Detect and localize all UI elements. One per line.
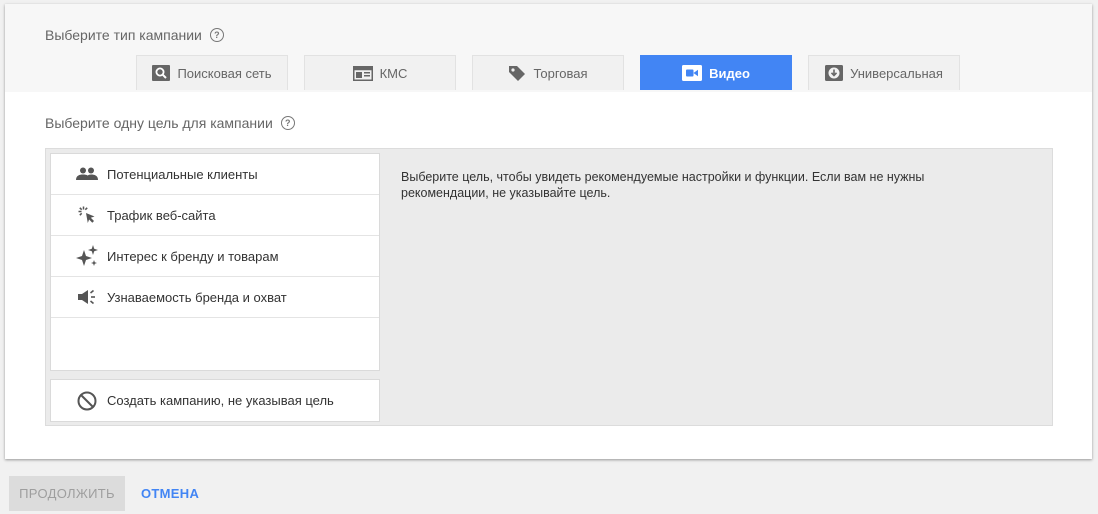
tab-shopping[interactable]: Торговая [472,55,624,90]
block-icon [76,390,98,412]
goal-item-label: Потенциальные клиенты [107,166,258,182]
help-icon[interactable]: ? [280,116,295,130]
search-icon [152,65,171,81]
tab-video[interactable]: Видео [640,55,792,90]
cancel-button[interactable]: ОТМЕНА [141,486,199,501]
video-camera-icon [682,65,703,81]
tab-label: Торговая [533,65,588,81]
tab-search-network[interactable]: Поисковая сеть [136,55,288,90]
megaphone-icon [76,286,98,308]
goal-item-brand-awareness[interactable]: Узнаваемость бренда и охват [51,277,379,318]
tab-label: Видео [709,65,750,81]
no-goal-label: Создать кампанию, не указывая цель [107,393,334,408]
app-download-icon [825,65,844,81]
campaign-creation-card: Выберите тип кампании ? Поисковая сеть К… [5,4,1092,459]
tab-label: КМС [379,65,408,81]
goal-label-row: Выберите одну цель для кампании ? [45,115,295,131]
goal-item-label: Узнаваемость бренда и охват [107,289,287,305]
help-icon[interactable]: ? [209,28,224,42]
continue-button[interactable]: ПРОДОЛЖИТЬ [9,476,125,511]
shopping-tag-icon [508,65,526,81]
people-icon [76,163,98,185]
goal-panel: Потенциальные клиенты Трафик веб-сайта И… [45,148,1053,426]
campaign-type-label: Выберите тип кампании [45,27,202,43]
goal-hint-text: Выберите цель, чтобы увидеть рекомендуем… [401,170,925,200]
tab-universal[interactable]: Универсальная [808,55,960,90]
tab-label: Поисковая сеть [177,65,272,81]
goal-item-label: Интерес к бренду и товарам [107,248,279,264]
goal-item-website-traffic[interactable]: Трафик веб-сайта [51,195,379,236]
footer-actions: ПРОДОЛЖИТЬ ОТМЕНА [9,476,199,511]
goal-item-brand-interest[interactable]: Интерес к бренду и товарам [51,236,379,277]
goal-item-leads[interactable]: Потенциальные клиенты [51,154,379,195]
tab-label: Универсальная [850,65,943,81]
display-network-icon [352,65,373,81]
tab-display-network[interactable]: КМС [304,55,456,90]
sparkle-icon [76,245,98,267]
campaign-type-label-row: Выберите тип кампании ? [45,27,224,43]
goal-list: Потенциальные клиенты Трафик веб-сайта И… [50,153,380,371]
click-cursor-icon [76,204,98,226]
campaign-type-tabs: Поисковая сеть КМС Торговая Видео Универ… [136,55,976,90]
no-goal-option[interactable]: Создать кампанию, не указывая цель [50,379,380,422]
goal-label: Выберите одну цель для кампании [45,115,273,131]
goal-item-label: Трафик веб-сайта [107,207,216,223]
campaign-type-area: Выберите тип кампании ? Поисковая сеть К… [5,4,1092,92]
